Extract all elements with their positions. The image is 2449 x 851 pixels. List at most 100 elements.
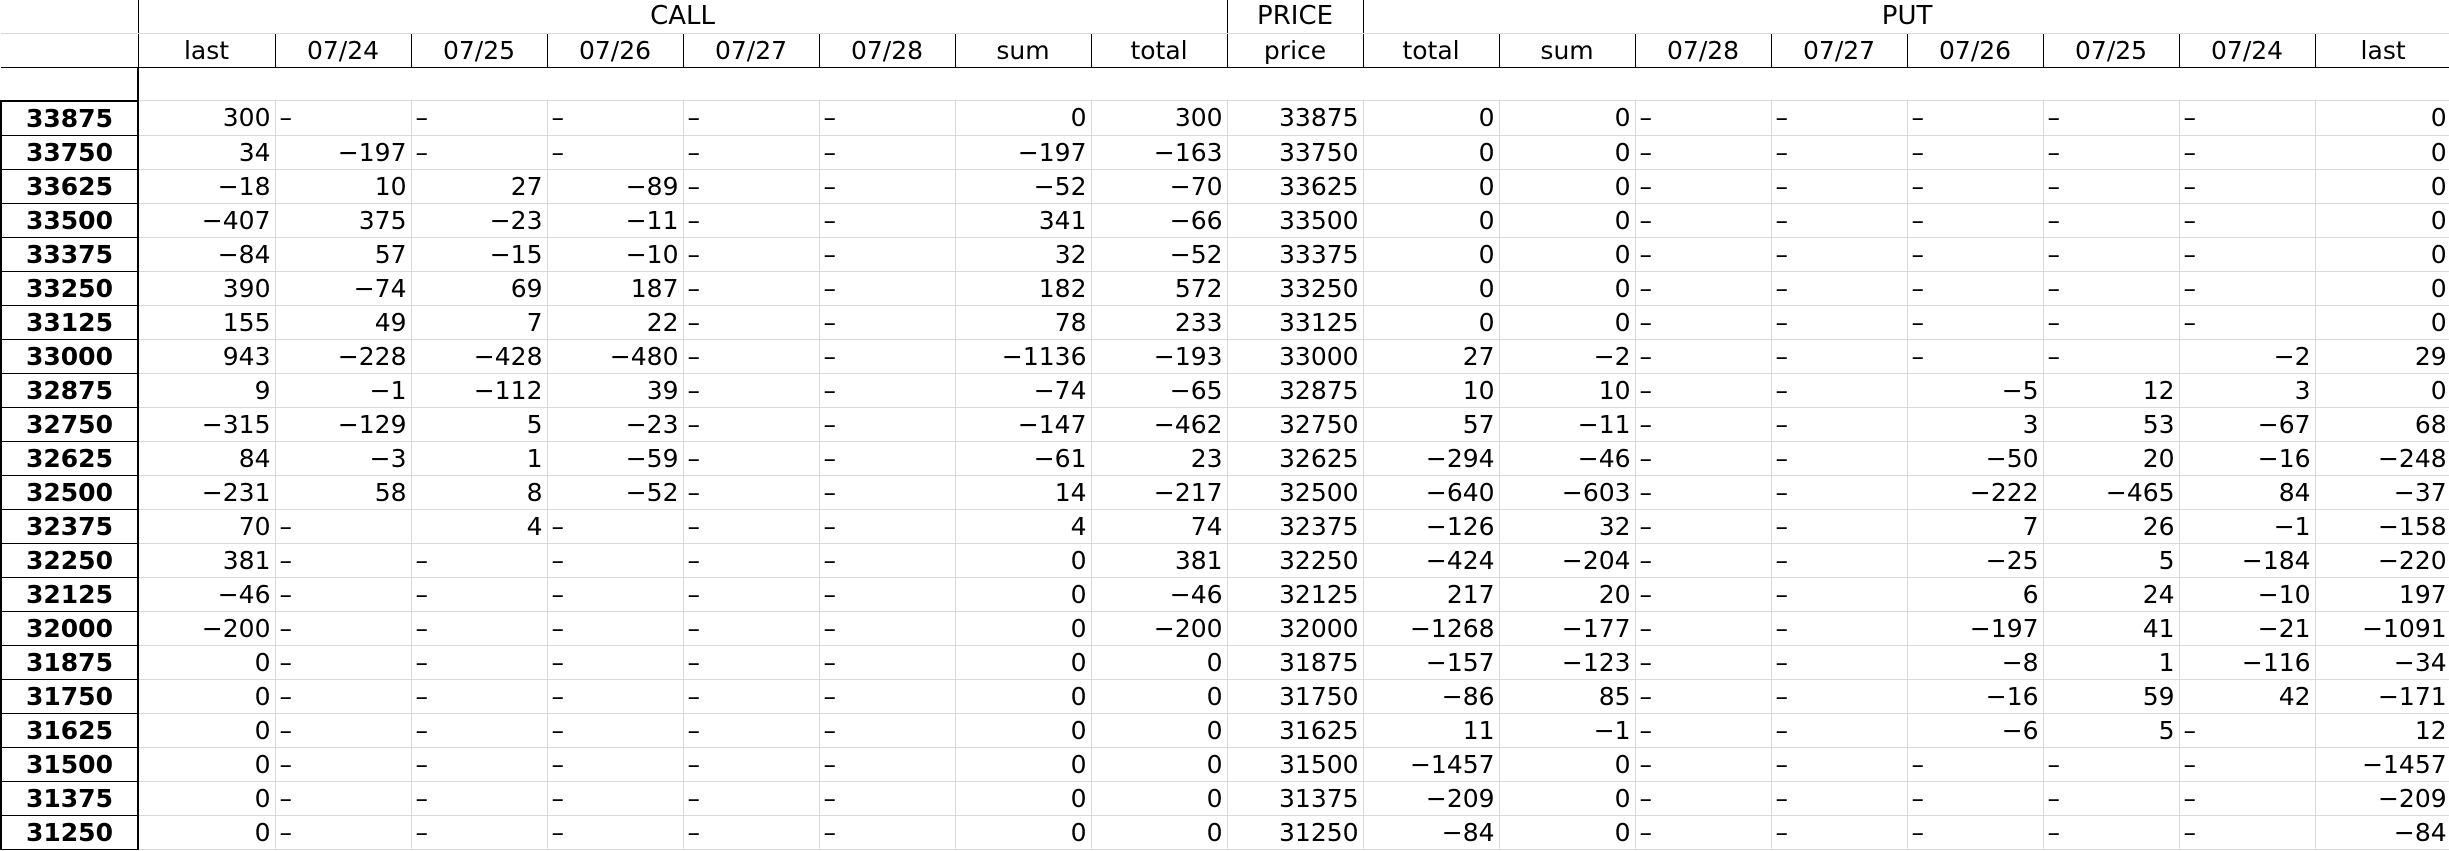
table-cell[interactable]: −171 — [2314, 678, 2449, 714]
table-cell[interactable]: – — [818, 712, 956, 748]
column-header[interactable]: 07/28 — [818, 33, 956, 68]
table-cell[interactable]: – — [1634, 508, 1772, 544]
table-cell[interactable]: 10 — [274, 168, 412, 204]
table-cell[interactable]: 381 — [1090, 542, 1228, 578]
table-cell[interactable]: 197 — [2314, 576, 2449, 612]
table-cell[interactable]: – — [546, 508, 684, 544]
table-cell[interactable]: −407 — [137, 202, 276, 238]
table-cell[interactable]: – — [1906, 168, 2044, 204]
table-cell[interactable]: 58 — [274, 474, 412, 510]
row-key-cell[interactable]: 31250 — [0, 814, 139, 850]
table-cell[interactable]: −177 — [1498, 610, 1636, 646]
table-cell[interactable]: −428 — [410, 338, 548, 374]
table-cell[interactable]: 0 — [1362, 304, 1500, 340]
table-cell[interactable]: 0 — [2314, 372, 2449, 408]
table-cell[interactable]: 20 — [1498, 576, 1636, 612]
table-cell[interactable]: −209 — [1362, 780, 1500, 816]
table-cell[interactable]: – — [1770, 304, 1908, 340]
row-key-cell[interactable]: 32500 — [0, 474, 139, 510]
table-cell[interactable]: 33750 — [1226, 134, 1364, 170]
table-cell[interactable]: 0 — [1090, 780, 1228, 816]
table-cell[interactable]: – — [818, 542, 956, 578]
table-cell[interactable]: – — [410, 814, 548, 850]
table-cell[interactable]: −67 — [2178, 406, 2316, 442]
table-cell[interactable]: −11 — [546, 202, 684, 238]
table-cell[interactable]: – — [274, 100, 412, 136]
row-key-cell[interactable]: 31625 — [0, 712, 139, 748]
row-key-cell[interactable]: 33375 — [0, 236, 139, 272]
table-cell[interactable]: 74 — [1090, 508, 1228, 544]
table-cell[interactable]: 0 — [954, 712, 1092, 748]
table-cell[interactable]: 69 — [410, 270, 548, 306]
table-cell[interactable]: – — [1906, 134, 2044, 170]
table-cell[interactable]: – — [2042, 134, 2180, 170]
table-cell[interactable]: 0 — [137, 746, 276, 782]
table-cell[interactable]: 29 — [2314, 338, 2449, 374]
table-cell[interactable]: −158 — [2314, 508, 2449, 544]
table-cell[interactable]: −465 — [2042, 474, 2180, 510]
table-cell[interactable]: −34 — [2314, 644, 2449, 680]
table-cell[interactable]: −1457 — [1362, 746, 1500, 782]
table-cell[interactable]: −15 — [410, 236, 548, 272]
table-cell[interactable]: 0 — [1498, 134, 1636, 170]
table-cell[interactable]: −231 — [137, 474, 276, 510]
row-key-cell[interactable]: 31750 — [0, 678, 139, 714]
table-cell[interactable]: −89 — [546, 168, 684, 204]
table-cell[interactable]: – — [546, 712, 684, 748]
row-key-cell[interactable]: 31375 — [0, 780, 139, 816]
table-cell[interactable]: 5 — [2042, 542, 2180, 578]
table-cell[interactable]: −10 — [2178, 576, 2316, 612]
table-cell[interactable]: – — [410, 780, 548, 816]
corner-cell[interactable] — [1, 0, 139, 34]
table-cell[interactable]: – — [1634, 134, 1772, 170]
row-key-cell[interactable]: 32750 — [0, 406, 139, 442]
table-cell[interactable]: – — [1906, 270, 2044, 306]
table-cell[interactable]: −2 — [1498, 338, 1636, 374]
table-cell[interactable]: −116 — [2178, 644, 2316, 680]
table-cell[interactable]: – — [1634, 474, 1772, 510]
table-cell[interactable]: – — [1770, 168, 1908, 204]
table-cell[interactable]: – — [682, 100, 820, 136]
table-cell[interactable]: −126 — [1362, 508, 1500, 544]
corner-cell[interactable] — [1, 33, 139, 68]
table-cell[interactable]: 33625 — [1226, 168, 1364, 204]
table-cell[interactable]: – — [1770, 236, 1908, 272]
column-header[interactable]: total — [1090, 33, 1228, 68]
table-cell[interactable]: – — [1770, 474, 1908, 510]
table-cell[interactable]: 0 — [1090, 712, 1228, 748]
table-cell[interactable]: 9 — [137, 372, 276, 408]
column-header[interactable]: 07/24 — [2178, 33, 2316, 68]
table-cell[interactable]: – — [1634, 678, 1772, 714]
table-cell[interactable]: −184 — [2178, 542, 2316, 578]
table-cell[interactable]: – — [274, 508, 412, 544]
table-cell[interactable]: −23 — [546, 406, 684, 442]
table-cell[interactable]: – — [682, 338, 820, 374]
table-cell[interactable]: 1 — [2042, 644, 2180, 680]
table-cell[interactable]: −74 — [274, 270, 412, 306]
row-key-cell[interactable]: 32875 — [0, 372, 139, 408]
table-cell[interactable]: −157 — [1362, 644, 1500, 680]
table-cell[interactable]: – — [274, 610, 412, 646]
table-cell[interactable]: −3 — [274, 440, 412, 476]
table-cell[interactable]: – — [1770, 134, 1908, 170]
table-cell[interactable]: 0 — [2314, 236, 2449, 272]
table-cell[interactable]: – — [682, 304, 820, 340]
table-cell[interactable]: −18 — [137, 168, 276, 204]
table-cell[interactable]: 0 — [1362, 168, 1500, 204]
column-header[interactable]: 07/27 — [1770, 33, 1908, 68]
table-cell[interactable]: – — [2042, 814, 2180, 850]
table-cell[interactable]: −123 — [1498, 644, 1636, 680]
row-key-cell[interactable]: 32625 — [0, 440, 139, 476]
table-cell[interactable]: 0 — [2314, 270, 2449, 306]
table-cell[interactable]: – — [410, 542, 548, 578]
table-cell[interactable]: 14 — [954, 474, 1092, 510]
table-cell[interactable]: – — [1770, 610, 1908, 646]
table-cell[interactable]: – — [410, 746, 548, 782]
table-cell[interactable]: 187 — [546, 270, 684, 306]
table-cell[interactable]: – — [818, 134, 956, 170]
table-cell[interactable]: −46 — [1498, 440, 1636, 476]
table-cell[interactable]: – — [818, 440, 956, 476]
table-cell[interactable]: 32500 — [1226, 474, 1364, 510]
table-cell[interactable]: 33500 — [1226, 202, 1364, 238]
table-cell[interactable]: – — [546, 100, 684, 136]
